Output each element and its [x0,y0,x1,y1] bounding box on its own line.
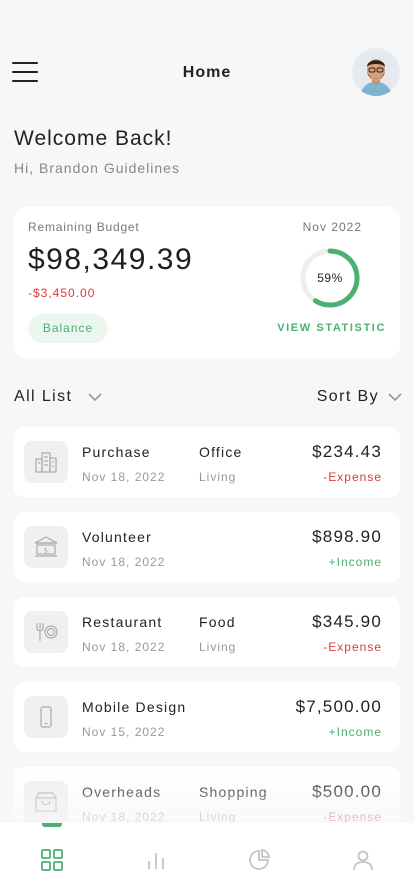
transaction-type: -Expense [323,810,382,824]
bank-icon: $ [24,526,68,568]
budget-month: Nov 2022 [302,220,362,234]
transaction-category: Shopping [199,784,268,800]
transaction-amount: $500.00 [312,782,382,801]
transaction-title: Overheads [82,784,162,800]
active-tab-indicator [42,823,62,827]
budget-progress-label: 59% [317,271,343,285]
sort-by-dropdown[interactable]: Sort By [317,388,379,406]
transaction-title: Volunteer [82,529,152,545]
welcome-title: Welcome Back! [14,127,173,150]
pie-chart-icon[interactable] [246,847,272,873]
balance-button[interactable]: Balance [28,314,108,343]
avatar[interactable] [352,48,400,96]
transaction-date: Nov 18, 2022 [82,640,166,654]
app-header: Home [0,44,414,100]
all-list-dropdown[interactable]: All List [14,388,72,406]
budget-amount: $98,349.39 [28,243,194,276]
bar-chart-icon[interactable] [143,847,169,873]
transaction-card[interactable]: Purchase Nov 18, 2022 Office Living $234… [14,427,400,497]
view-statistic-link[interactable]: VIEW STATISTIC [277,322,386,334]
transaction-date: Nov 18, 2022 [82,810,166,824]
transaction-type: -Expense [323,470,382,484]
transaction-type: -Expense [323,640,382,654]
transaction-type: +Income [328,555,382,569]
transaction-category: Food [199,614,236,630]
transaction-card[interactable]: $ Volunteer Nov 18, 2022 $898.90 +Income [14,512,400,582]
transaction-card[interactable]: Restaurant Nov 18, 2022 Food Living $345… [14,597,400,667]
welcome-subtitle: Hi, Brandon Guidelines [14,160,180,176]
grid-icon[interactable] [39,847,65,873]
transaction-subcategory: Living [199,470,237,484]
transaction-date: Nov 18, 2022 [82,470,166,484]
transaction-title: Purchase [82,444,151,460]
transaction-amount: $234.43 [312,442,382,461]
svg-text:$: $ [43,547,48,555]
transaction-date: Nov 18, 2022 [82,555,166,569]
utensils-icon [24,611,68,653]
budget-label: Remaining Budget [28,220,140,234]
transaction-subcategory: Living [199,810,237,824]
transaction-amount: $898.90 [312,527,382,546]
building-icon [24,441,68,483]
bottom-nav [0,823,414,896]
transaction-type: +Income [328,725,382,739]
chevron-down-icon[interactable] [88,392,102,404]
transaction-title: Mobile Design [82,699,187,715]
user-icon[interactable] [350,847,376,873]
transaction-title: Restaurant [82,614,163,630]
transaction-amount: $345.90 [312,612,382,631]
transaction-subcategory: Living [199,640,237,654]
budget-change: -$3,450.00 [28,286,96,300]
transaction-category: Office [199,444,243,460]
transaction-card[interactable]: Mobile Design Nov 15, 2022 $7,500.00 +In… [14,682,400,752]
transaction-amount: $7,500.00 [295,697,382,716]
transaction-date: Nov 15, 2022 [82,725,166,739]
list-filter-row: All List Sort By [0,384,414,412]
shopping-bag-icon [24,781,68,823]
smartphone-icon [24,696,68,738]
chevron-down-icon[interactable] [388,392,402,404]
budget-card: Remaining Budget $98,349.39 -$3,450.00 B… [14,207,400,358]
